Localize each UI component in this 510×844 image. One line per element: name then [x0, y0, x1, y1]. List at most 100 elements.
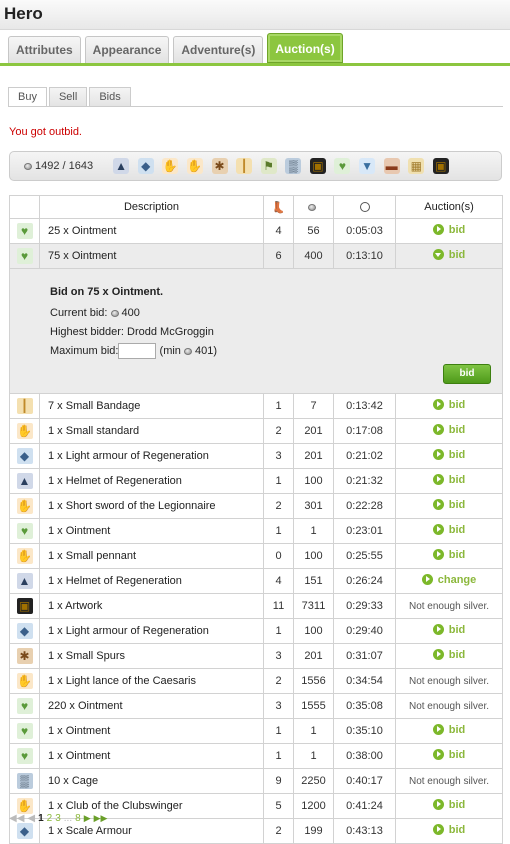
item-time-left: 0:05:03	[333, 218, 396, 244]
arrow-right-icon	[432, 224, 444, 236]
subtab-sell[interactable]: Sell	[48, 87, 88, 106]
map-icon[interactable]: ▦	[408, 158, 425, 174]
item-icon-cell: ◆	[9, 443, 40, 469]
hand-icon: ✋	[16, 798, 33, 814]
chevron-down-icon	[432, 249, 444, 261]
time-header[interactable]	[333, 195, 396, 219]
subtab-buy[interactable]: Buy	[8, 87, 47, 107]
item-quality: 2	[263, 493, 294, 519]
bid-link[interactable]: bid	[432, 448, 466, 461]
hand-icon[interactable]: ✋	[162, 158, 179, 174]
quality-header[interactable]: 👢	[263, 195, 294, 219]
item-icon-cell: ♥	[9, 218, 40, 244]
artwork-icon[interactable]: ▣	[432, 158, 449, 174]
action-label: bid	[448, 723, 466, 736]
item-description: 75 x Ointment	[39, 243, 264, 269]
tab-appearance[interactable]: Appearance	[84, 36, 170, 63]
last-page-icon[interactable]: ▶▶	[94, 813, 108, 824]
min-prefix: (min	[159, 345, 181, 357]
arrow-right-icon	[432, 799, 444, 811]
table-row: ▲ 1 x Helmet of Regeneration 1 100 0:21:32 bi…	[9, 468, 503, 494]
item-description: 220 x Ointment	[39, 693, 264, 719]
page-8[interactable]: 8	[75, 813, 81, 824]
main-tabs: Attributes Appearance Adventure(s) Aucti…	[8, 33, 343, 63]
book-icon[interactable]: ▬	[383, 158, 400, 174]
outbid-notice: You got outbid.	[9, 126, 82, 138]
artwork-icon[interactable]: ▣	[309, 158, 326, 174]
item-icon-cell: ♥	[9, 718, 40, 744]
bid-link[interactable]: bid	[432, 499, 465, 511]
bid-link[interactable]: bid	[432, 723, 466, 736]
pennant-icon[interactable]: ⚑	[260, 158, 277, 174]
spurs-icon: ✱	[16, 648, 33, 664]
bid-link[interactable]: bid	[432, 423, 466, 436]
armour-icon[interactable]: ◆	[137, 158, 154, 174]
action-label: bid	[448, 423, 466, 436]
item-description: 1 x Small standard	[39, 418, 264, 444]
item-icon-cell: ✋	[9, 493, 40, 519]
item-quality: 1	[263, 618, 294, 644]
ointment-icon: ♥	[16, 523, 33, 539]
spurs-icon[interactable]: ✱	[211, 158, 228, 174]
action-label: bid	[448, 798, 466, 811]
page-2[interactable]: 2	[47, 813, 53, 824]
item-quality: 3	[263, 643, 294, 669]
bid-link[interactable]: bid	[432, 249, 465, 261]
item-description: 7 x Small Bandage	[39, 393, 264, 419]
item-icon-cell: ♥	[9, 243, 40, 269]
cage-icon[interactable]: ▒	[285, 158, 302, 174]
item-time-left: 0:22:28	[333, 493, 396, 519]
tab-attributes[interactable]: Attributes	[8, 36, 81, 63]
bid-link[interactable]: bid	[432, 474, 465, 486]
bid-link[interactable]: bid	[432, 798, 466, 811]
bid-link[interactable]: bid	[432, 648, 466, 661]
item-description: 1 x Short sword of the Legionnaire	[39, 493, 264, 519]
bid-link[interactable]: bid	[432, 749, 465, 761]
bid-link[interactable]: bid	[432, 549, 465, 561]
sub-tabs: Buy Sell Bids	[8, 87, 131, 107]
ointment-icon: ♥	[16, 223, 33, 239]
item-description: 1 x Light armour of Regeneration	[39, 618, 264, 644]
item-price: 1200	[293, 793, 334, 819]
hand-icon[interactable]: ✋	[186, 158, 203, 174]
page-3[interactable]: 3	[55, 813, 61, 824]
subtab-bids[interactable]: Bids	[89, 87, 131, 106]
price-header[interactable]	[293, 195, 334, 219]
next-page-icon[interactable]: ▶	[84, 813, 91, 824]
bandage-icon[interactable]: ┃	[236, 158, 253, 174]
item-description: 1 x Ointment	[39, 518, 264, 544]
description-header[interactable]: Description	[39, 195, 264, 219]
bid-link[interactable]: bid	[432, 524, 465, 536]
bid-link[interactable]: bid	[432, 398, 466, 411]
page-1[interactable]: 1	[38, 813, 44, 824]
helmet-icon[interactable]: ▲	[113, 158, 130, 174]
item-quality: 1	[263, 468, 294, 494]
item-price: 151	[293, 568, 334, 594]
item-quality: 6	[263, 243, 294, 269]
max-bid-input[interactable]	[118, 343, 157, 360]
change-link[interactable]: change	[421, 574, 476, 586]
table-row: ▒ 10 x Cage 9 2250 0:40:17 Not enough silver.	[9, 768, 503, 794]
item-time-left: 0:26:24	[333, 568, 396, 594]
table-row: ▲ 1 x Helmet of Regeneration 4 151 0:26:24 ch…	[9, 568, 503, 594]
subtab-divider	[8, 106, 503, 107]
action-label: bid	[448, 448, 466, 461]
ointment-icon[interactable]: ♥	[334, 158, 351, 174]
tab-auctions[interactable]: Auction(s)	[267, 33, 343, 63]
item-price: 56	[293, 218, 334, 244]
tab-adventures[interactable]: Adventure(s)	[173, 36, 264, 63]
bucket-icon[interactable]: ▼	[359, 158, 376, 174]
action-label: bid	[448, 398, 466, 411]
bid-link[interactable]: bid	[432, 624, 465, 636]
current-bid-label: Current bid:	[50, 307, 108, 319]
action-cell: bid	[395, 468, 503, 494]
not-enough-silver-text: Not enough silver.	[408, 601, 490, 612]
action-label: bid	[448, 648, 466, 661]
silver-display: 1492 / 1643	[24, 160, 93, 172]
bid-link[interactable]: bid	[432, 224, 465, 236]
item-description: 1 x Ointment	[39, 718, 264, 744]
item-price: 201	[293, 418, 334, 444]
item-time-left: 0:25:55	[333, 543, 396, 569]
item-quality: 2	[263, 668, 294, 694]
submit-bid-button[interactable]: bid	[443, 364, 491, 384]
